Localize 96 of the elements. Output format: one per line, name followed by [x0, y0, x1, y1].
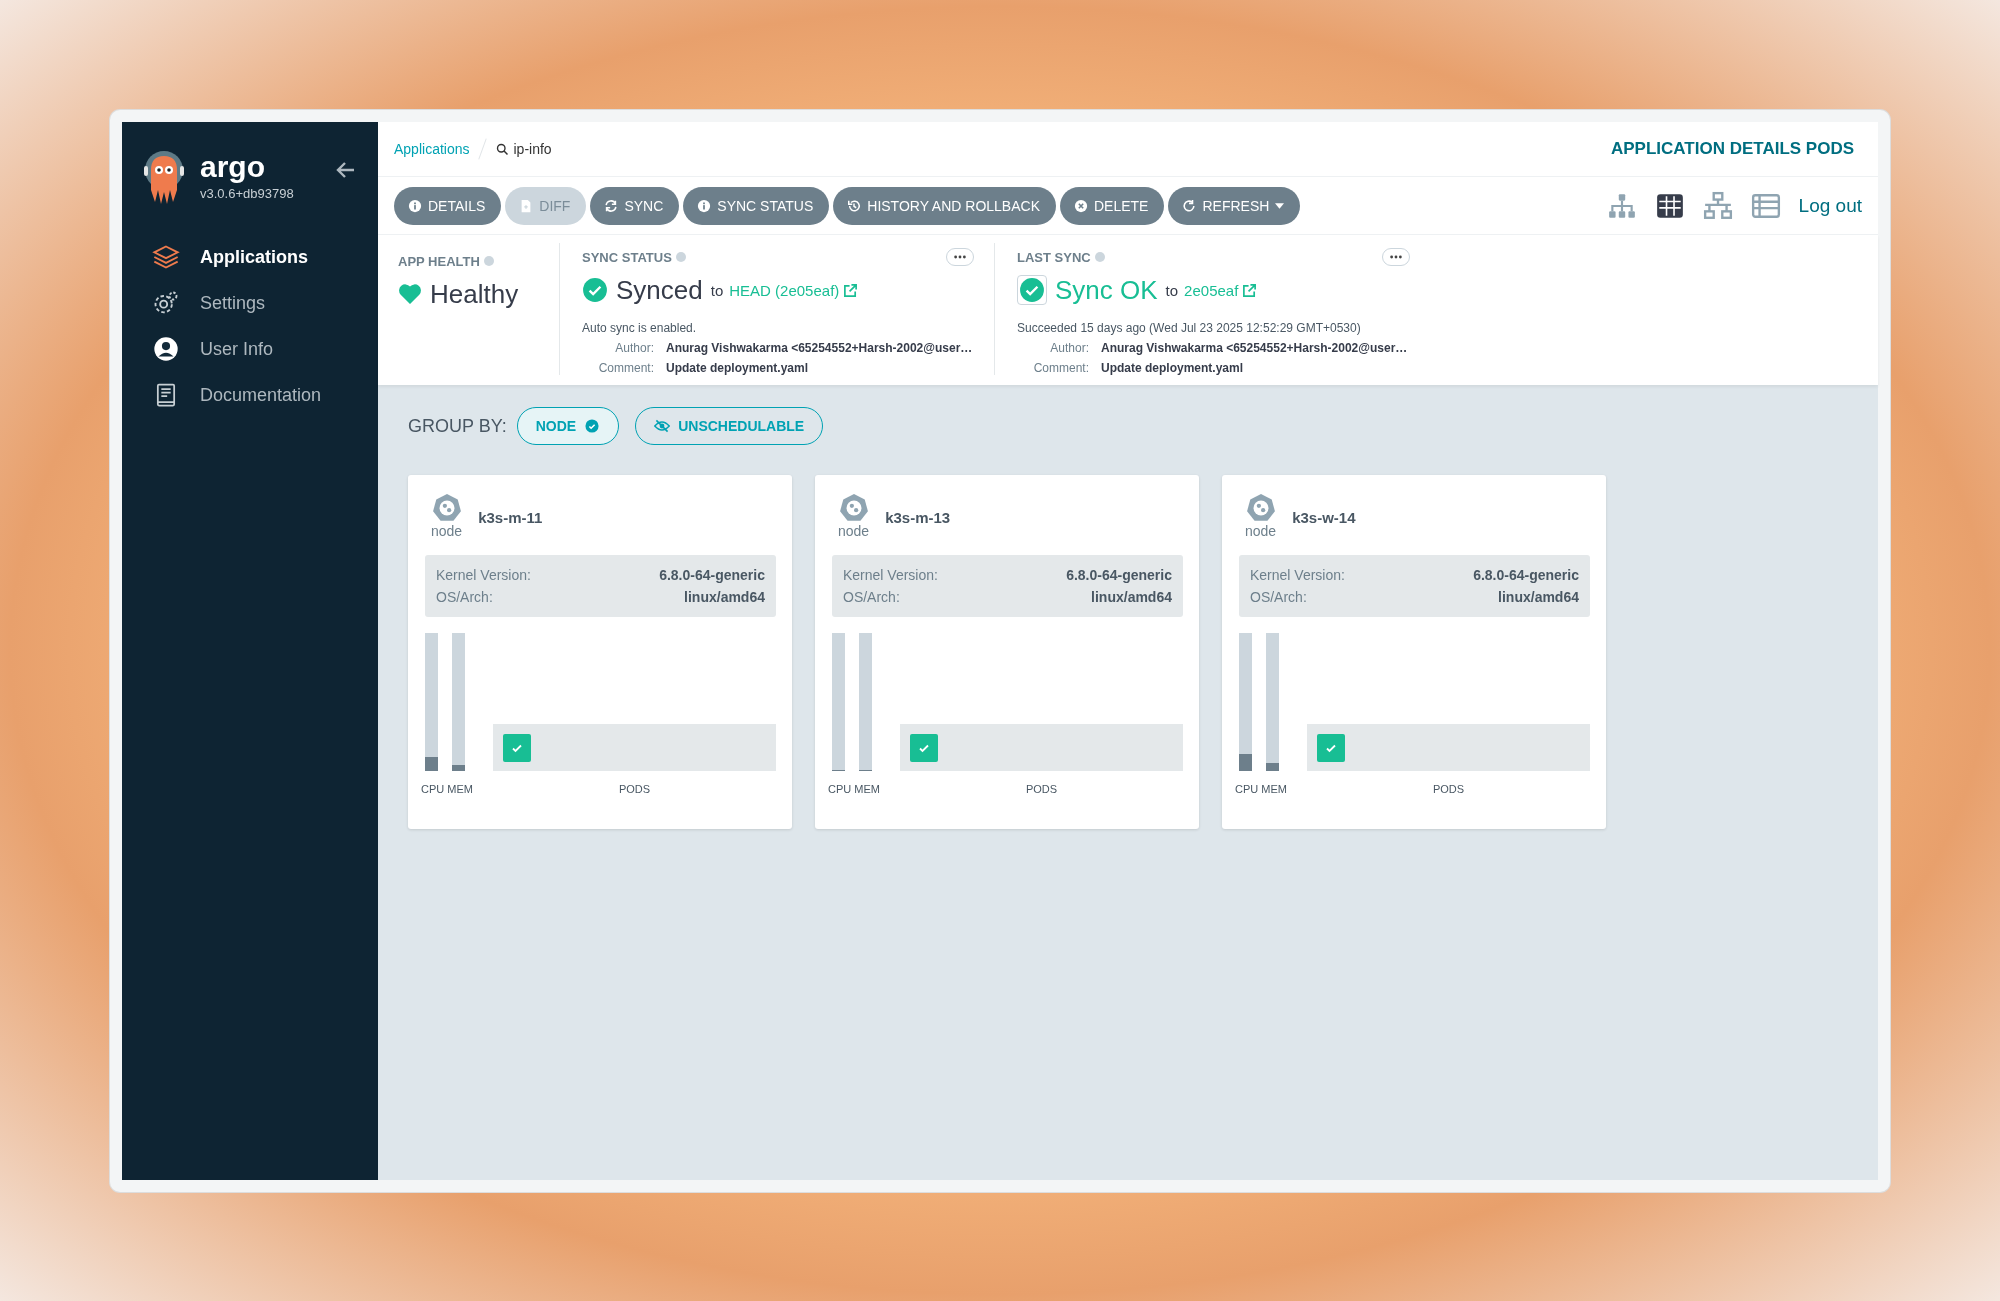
health-status: Healthy	[430, 278, 519, 310]
field-label: Author:	[614, 341, 654, 355]
cpu-label: CPU	[421, 783, 445, 795]
field-label: Comment:	[1032, 361, 1089, 375]
os-arch: linux/amd64	[684, 589, 765, 605]
more-icon	[953, 255, 967, 259]
kernel-version: 6.8.0-64-generic	[659, 567, 765, 583]
sync-icon	[604, 198, 619, 213]
version-text: v3.0.6+db93798	[200, 186, 294, 201]
section-label: SYNC STATUS	[582, 249, 672, 265]
os-arch: linux/amd64	[1498, 589, 1579, 605]
toolbar-button[interactable]: HISTORY AND ROLLBACK	[833, 186, 1056, 225]
memory-label: MEM	[1261, 783, 1287, 795]
toolbar-button[interactable]: REFRESH	[1168, 186, 1301, 225]
toolbar-button[interactable]: SYNC STATUS	[683, 186, 830, 225]
help-icon[interactable]	[483, 256, 494, 266]
toolbar-button[interactable]: SYNC	[590, 186, 680, 225]
field-label: OS/Arch:	[843, 589, 900, 605]
layers-icon	[152, 243, 180, 271]
field-label: Kernel Version:	[1250, 567, 1345, 583]
author-value: Anurag Vishwakarma <65254552+Harsh-2002@user…	[666, 341, 973, 355]
page-title: APPLICATION DETAILS PODS	[1610, 139, 1854, 159]
eye-slash-icon	[654, 419, 671, 433]
pod-status-icon[interactable]	[910, 734, 938, 762]
network-icon[interactable]	[1702, 190, 1733, 221]
more-button[interactable]	[946, 248, 974, 266]
more-icon	[1389, 255, 1403, 259]
field-label: OS/Arch:	[1250, 589, 1307, 605]
external-link-icon[interactable]	[843, 282, 859, 298]
more-button[interactable]	[1382, 248, 1410, 266]
info-icon	[408, 198, 422, 213]
author-value: Anurag Vishwakarma <65254552+Harsh-2002@user…	[1101, 341, 1408, 355]
user-icon	[152, 335, 180, 363]
pod-status-icon[interactable]	[503, 734, 531, 762]
node-type-label: node	[838, 523, 870, 539]
toolbar-button[interactable]: DETAILS	[394, 186, 502, 225]
pods-label: PODS	[1431, 783, 1466, 795]
sidebar-item[interactable]: User Info	[122, 326, 378, 372]
refresh-icon	[1182, 198, 1197, 213]
cpu-label: CPU	[828, 783, 852, 795]
sidebar-item[interactable]: Applications	[122, 234, 378, 280]
pods-label: PODS	[617, 783, 652, 795]
node-card[interactable]: node k3s-m-11 Kernel Version: 6.8.0-64-generic OS/Arch: linux/amd64 CPU MEM PODS	[408, 475, 792, 829]
node-icon	[838, 493, 869, 523]
info-icon	[697, 198, 712, 213]
help-icon[interactable]	[675, 252, 686, 262]
close-circle-icon	[1074, 198, 1088, 213]
revision-link[interactable]: 2e05eaf	[1184, 281, 1239, 299]
field-label: Kernel Version:	[843, 567, 938, 583]
group-by-label: GROUP BY:	[408, 415, 507, 437]
memory-label: MEM	[447, 783, 473, 795]
node-icon	[431, 493, 462, 523]
check-circle-icon	[584, 419, 601, 433]
os-arch: linux/amd64	[1091, 589, 1172, 605]
node-card[interactable]: node k3s-m-13 Kernel Version: 6.8.0-64-generic OS/Arch: linux/amd64 CPU MEM PODS	[815, 475, 1199, 829]
sync-status: Synced	[616, 274, 703, 306]
logout-link[interactable]: Log out	[1798, 194, 1862, 217]
field-label: Author:	[1049, 341, 1089, 355]
field-label: Kernel Version:	[436, 567, 531, 583]
sync-note: Auto sync is enabled.	[582, 321, 698, 335]
sync-status: Sync OK	[1055, 274, 1158, 306]
node-name: k3s-m-13	[885, 509, 951, 526]
sidebar-item[interactable]: Settings	[122, 280, 378, 326]
to-text: to	[710, 281, 724, 299]
field-label: Comment:	[597, 361, 654, 375]
memory-label: MEM	[854, 783, 880, 795]
revision-link[interactable]: HEAD (2e05eaf)	[729, 281, 840, 299]
breadcrumb-link[interactable]: Applications	[394, 141, 470, 157]
external-link-icon[interactable]	[1242, 282, 1258, 298]
heart-icon	[398, 283, 422, 305]
field-label: OS/Arch:	[436, 589, 493, 605]
node-name: k3s-m-11	[478, 509, 543, 526]
kernel-version: 6.8.0-64-generic	[1473, 567, 1579, 583]
cpu-label: CPU	[1235, 783, 1259, 795]
node-name: k3s-w-14	[1292, 509, 1356, 526]
comment-value: Update deployment.yaml	[666, 361, 809, 375]
comment-value: Update deployment.yaml	[1101, 361, 1244, 375]
section-label: APP HEALTH	[398, 253, 480, 269]
help-icon[interactable]	[1094, 252, 1105, 262]
history-icon	[847, 198, 862, 213]
node-card[interactable]: node k3s-w-14 Kernel Version: 6.8.0-64-generic OS/Arch: linux/amd64 CPU MEM PODS	[1222, 475, 1606, 829]
toolbar-button[interactable]: DELETE	[1060, 186, 1165, 225]
sidebar-item[interactable]: Documentation	[122, 372, 378, 418]
kernel-version: 6.8.0-64-generic	[1066, 567, 1172, 583]
pods-label: PODS	[1024, 783, 1059, 795]
search-field[interactable]: ip-info	[494, 141, 552, 157]
to-text: to	[1165, 281, 1179, 299]
pod-status-icon[interactable]	[1317, 734, 1345, 762]
node-icon	[1245, 493, 1276, 523]
node-type-label: node	[431, 523, 463, 539]
search-icon	[494, 141, 510, 157]
node-type-label: node	[1245, 523, 1277, 539]
section-label: LAST SYNC	[1017, 249, 1091, 265]
app-logo-text: argo	[200, 150, 266, 184]
group-by-toggle[interactable]: NODE	[516, 407, 620, 445]
sync-note: Succeeded 15 days ago (Wed Jul 23 2025 12:52:29 GMT+0530)	[1017, 321, 1362, 335]
